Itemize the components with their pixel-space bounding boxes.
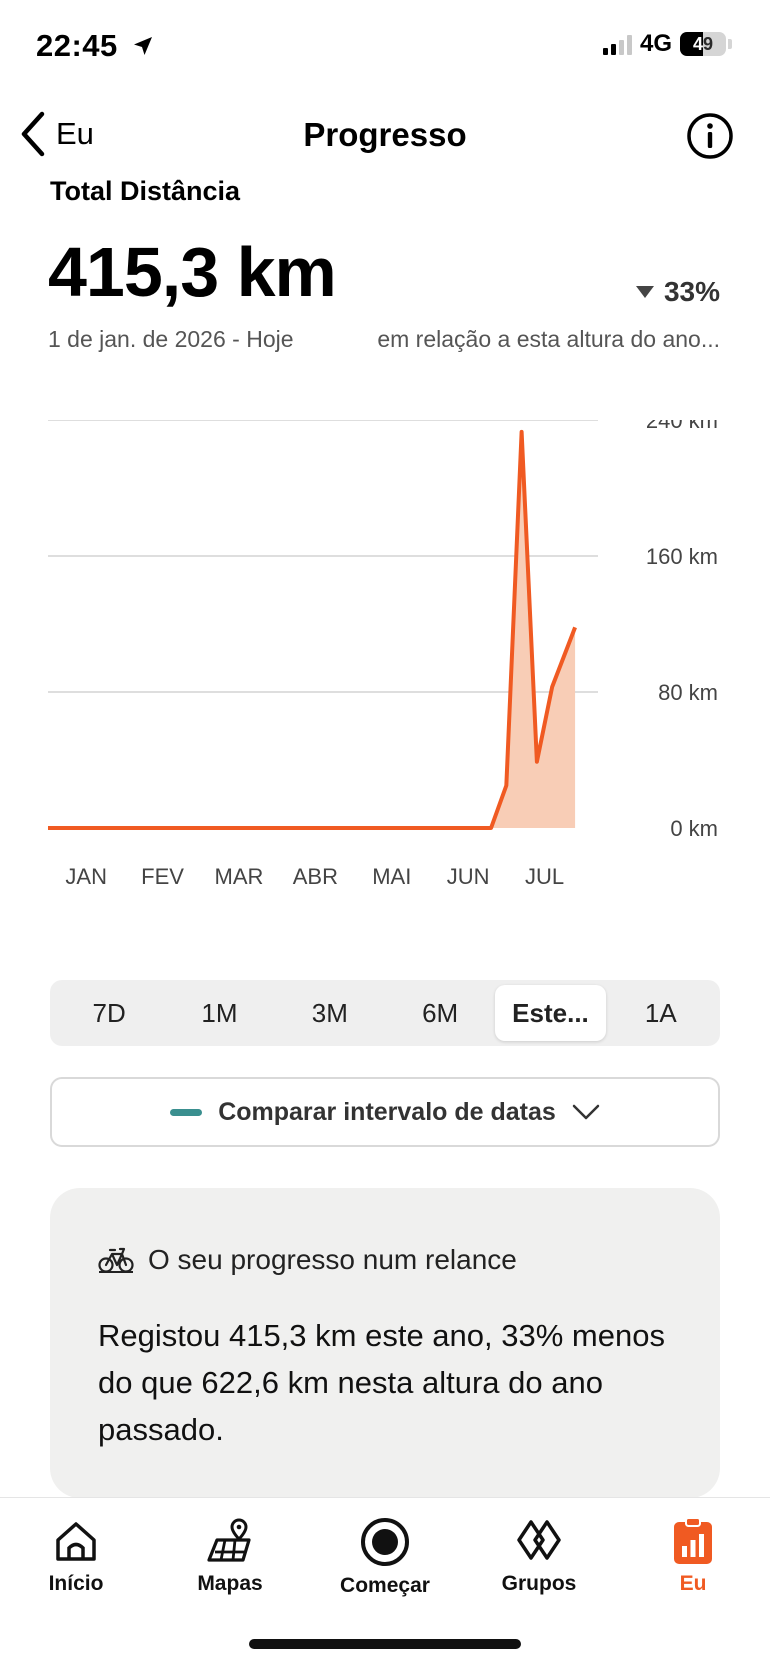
groups-icon xyxy=(512,1516,566,1566)
insight-heading-row: O seu progresso num relance xyxy=(98,1244,517,1276)
series-line xyxy=(48,432,575,828)
tab-maps[interactable]: Mapas xyxy=(165,1516,295,1596)
battery-icon: 49 xyxy=(680,32,726,56)
compare-label: Comparar intervalo de datas xyxy=(218,1098,556,1127)
maps-icon xyxy=(205,1516,255,1566)
network-label: 4G xyxy=(640,30,672,58)
range-6m[interactable]: 6M xyxy=(385,985,495,1041)
page-title: Progresso xyxy=(0,116,770,154)
x-tick-label: MAR xyxy=(215,864,264,889)
range-3m[interactable]: 3M xyxy=(275,985,385,1041)
chevron-down-icon xyxy=(572,1103,600,1121)
tab-record[interactable]: Começar xyxy=(320,1516,450,1598)
bike-icon xyxy=(98,1245,134,1275)
x-tick-label: JUN xyxy=(447,864,490,889)
insight-text: Registou 415,3 km este ano, 33% menos do… xyxy=(98,1312,688,1453)
tab-groups-label: Grupos xyxy=(502,1572,577,1596)
insight-heading: O seu progresso num relance xyxy=(148,1244,517,1276)
home-indicator xyxy=(249,1639,521,1649)
range-1m[interactable]: 1M xyxy=(164,985,274,1041)
tab-maps-label: Mapas xyxy=(197,1572,262,1596)
range-7d[interactable]: 7D xyxy=(54,985,164,1041)
tab-you[interactable]: Eu xyxy=(628,1516,758,1596)
compare-date-range-button[interactable]: Comparar intervalo de datas xyxy=(50,1077,720,1147)
metric-label: Total Distância xyxy=(50,176,240,207)
info-icon[interactable] xyxy=(686,112,734,160)
distance-chart: 240 km 160 km 80 km 0 km JAN FEV MAR ABR MAI JUN J… xyxy=(0,420,770,940)
location-arrow-icon xyxy=(131,34,155,58)
signal-icon xyxy=(603,33,632,55)
home-icon xyxy=(51,1516,101,1566)
change-indicator: 33% xyxy=(636,276,720,308)
record-icon xyxy=(359,1516,411,1568)
y-tick-label: 80 km xyxy=(658,680,718,705)
range-selector: 7D 1M 3M 6M Este... 1A xyxy=(50,980,720,1046)
tab-record-label: Começar xyxy=(340,1574,430,1598)
tab-groups[interactable]: Grupos xyxy=(474,1516,604,1596)
range-1y[interactable]: 1A xyxy=(606,985,716,1041)
status-indicators: 4G 49 xyxy=(603,30,732,58)
tab-home-label: Início xyxy=(49,1572,104,1596)
insight-card: O seu progresso num relance Registou 415… xyxy=(50,1188,720,1498)
series-area xyxy=(48,432,575,828)
change-percent: 33% xyxy=(664,276,720,308)
x-tick-label: JUL xyxy=(525,864,564,889)
chart-svg: 240 km 160 km 80 km 0 km JAN FEV MAR ABR MAI JUN J… xyxy=(0,420,770,940)
y-tick-label: 240 km xyxy=(646,420,718,433)
stats-icon xyxy=(669,1516,717,1566)
x-tick-label: MAI xyxy=(372,864,411,889)
battery-level: 49 xyxy=(693,34,713,55)
status-time: 22:45 xyxy=(36,28,155,64)
compare-note: em relação a esta altura do ano... xyxy=(360,326,720,353)
range-this-year[interactable]: Este... xyxy=(495,985,605,1041)
y-tick-label: 0 km xyxy=(670,816,718,841)
x-tick-label: ABR xyxy=(293,864,338,889)
x-tick-label: JAN xyxy=(65,864,107,889)
x-tick-label: FEV xyxy=(141,864,184,889)
tab-you-label: Eu xyxy=(680,1572,707,1596)
total-distance-value: 415,3 km xyxy=(48,232,336,312)
compare-swatch xyxy=(170,1109,202,1116)
tab-home[interactable]: Início xyxy=(11,1516,141,1596)
down-triangle-icon xyxy=(636,286,654,298)
date-range: 1 de jan. de 2026 - Hoje xyxy=(48,326,294,353)
y-tick-label: 160 km xyxy=(646,544,718,569)
